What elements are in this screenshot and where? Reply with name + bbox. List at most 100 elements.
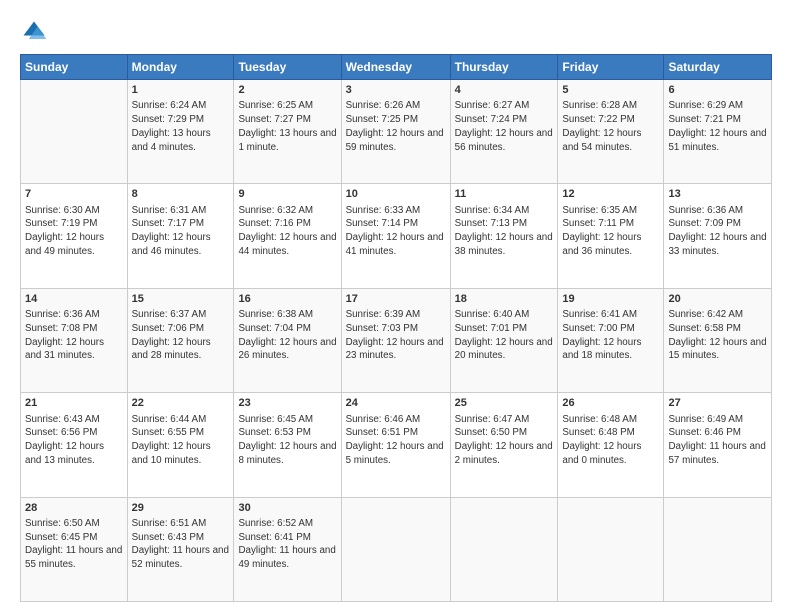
- day-header-saturday: Saturday: [664, 55, 772, 80]
- cell-info: Sunrise: 6:34 AMSunset: 7:13 PMDaylight:…: [455, 204, 554, 259]
- cell-info: Sunrise: 6:36 AMSunset: 7:09 PMDaylight:…: [668, 204, 767, 259]
- cell-date: 28: [25, 501, 123, 516]
- cell-date: 18: [455, 292, 554, 307]
- cell-info: Sunrise: 6:27 AMSunset: 7:24 PMDaylight:…: [455, 99, 554, 154]
- day-header-tuesday: Tuesday: [234, 55, 341, 80]
- cell-date: 19: [562, 292, 659, 307]
- cell-info: Sunrise: 6:38 AMSunset: 7:04 PMDaylight:…: [238, 308, 336, 363]
- calendar-cell: 9 Sunrise: 6:32 AMSunset: 7:16 PMDaylight…: [234, 184, 341, 288]
- cell-date: 20: [668, 292, 767, 307]
- cell-info: Sunrise: 6:44 AMSunset: 6:55 PMDaylight:…: [132, 413, 230, 468]
- cell-date: 11: [455, 187, 554, 202]
- cell-info: Sunrise: 6:25 AMSunset: 7:27 PMDaylight:…: [238, 99, 336, 154]
- cell-date: 4: [455, 83, 554, 98]
- calendar-cell: 23 Sunrise: 6:45 AMSunset: 6:53 PMDayligh…: [234, 393, 341, 497]
- cell-info: Sunrise: 6:52 AMSunset: 6:41 PMDaylight:…: [238, 517, 336, 572]
- cell-info: Sunrise: 6:29 AMSunset: 7:21 PMDaylight:…: [668, 99, 767, 154]
- calendar-cell: 29Sunrise: 6:51 AMSunset: 6:43 PMDayligh…: [127, 497, 234, 601]
- cell-info: Sunrise: 6:37 AMSunset: 7:06 PMDaylight:…: [132, 308, 230, 363]
- calendar-cell: 6Sunrise: 6:29 AMSunset: 7:21 PMDaylight…: [664, 80, 772, 184]
- cell-info: Sunrise: 6:30 AMSunset: 7:19 PMDaylight:…: [25, 204, 123, 259]
- calendar-cell: 4Sunrise: 6:27 AMSunset: 7:24 PMDaylight…: [450, 80, 558, 184]
- cell-info: Sunrise: 6:47 AMSunset: 6:50 PMDaylight:…: [455, 413, 554, 468]
- calendar-cell: 16Sunrise: 6:38 AMSunset: 7:04 PMDayligh…: [234, 288, 341, 392]
- cell-date: 21: [25, 396, 123, 411]
- cell-date: 9: [238, 187, 336, 202]
- day-header-friday: Friday: [558, 55, 664, 80]
- header: [20, 18, 772, 46]
- cell-date: 26: [562, 396, 659, 411]
- cell-date: 5: [562, 83, 659, 98]
- calendar-cell: 19Sunrise: 6:41 AMSunset: 7:00 PMDayligh…: [558, 288, 664, 392]
- calendar-cell: 27 Sunrise: 6:49 AMSunset: 6:46 PMDayligh…: [664, 393, 772, 497]
- calendar-cell: [341, 497, 450, 601]
- cell-date: 27: [668, 396, 767, 411]
- cell-date: 25: [455, 396, 554, 411]
- calendar-cell: 21 Sunrise: 6:43 AMSunset: 6:56 PMDayligh…: [21, 393, 128, 497]
- calendar-cell: [450, 497, 558, 601]
- cell-info: Sunrise: 6:35 AMSunset: 7:11 PMDaylight:…: [562, 204, 659, 259]
- calendar-cell: [21, 80, 128, 184]
- cell-date: 23: [238, 396, 336, 411]
- calendar-cell: 24 Sunrise: 6:46 AMSunset: 6:51 PMDayligh…: [341, 393, 450, 497]
- day-header-thursday: Thursday: [450, 55, 558, 80]
- cell-date: 29: [132, 501, 230, 516]
- logo-icon: [20, 18, 48, 46]
- logo: [20, 18, 52, 46]
- cell-date: 16: [238, 292, 336, 307]
- calendar-cell: 28Sunrise: 6:50 AMSunset: 6:45 PMDayligh…: [21, 497, 128, 601]
- cell-date: 13: [668, 187, 767, 202]
- cell-date: 7: [25, 187, 123, 202]
- day-header-sunday: Sunday: [21, 55, 128, 80]
- cell-info: Sunrise: 6:43 AMSunset: 6:56 PMDaylight:…: [25, 413, 123, 468]
- day-header-monday: Monday: [127, 55, 234, 80]
- calendar-cell: 30Sunrise: 6:52 AMSunset: 6:41 PMDayligh…: [234, 497, 341, 601]
- cell-date: 22: [132, 396, 230, 411]
- cell-info: Sunrise: 6:26 AMSunset: 7:25 PMDaylight:…: [346, 99, 446, 154]
- cell-date: 3: [346, 83, 446, 98]
- calendar-cell: [664, 497, 772, 601]
- cell-date: 15: [132, 292, 230, 307]
- calendar-week-3: 14Sunrise: 6:36 AMSunset: 7:08 PMDayligh…: [21, 288, 772, 392]
- cell-info: Sunrise: 6:46 AMSunset: 6:51 PMDaylight:…: [346, 413, 446, 468]
- calendar-week-2: 7 Sunrise: 6:30 AMSunset: 7:19 PMDaylight…: [21, 184, 772, 288]
- cell-info: Sunrise: 6:39 AMSunset: 7:03 PMDaylight:…: [346, 308, 446, 363]
- cell-info: Sunrise: 6:45 AMSunset: 6:53 PMDaylight:…: [238, 413, 336, 468]
- calendar-cell: 2Sunrise: 6:25 AMSunset: 7:27 PMDaylight…: [234, 80, 341, 184]
- calendar-cell: 17Sunrise: 6:39 AMSunset: 7:03 PMDayligh…: [341, 288, 450, 392]
- cell-date: 17: [346, 292, 446, 307]
- cell-info: Sunrise: 6:31 AMSunset: 7:17 PMDaylight:…: [132, 204, 230, 259]
- calendar-cell: 8 Sunrise: 6:31 AMSunset: 7:17 PMDaylight…: [127, 184, 234, 288]
- calendar-cell: 5Sunrise: 6:28 AMSunset: 7:22 PMDaylight…: [558, 80, 664, 184]
- cell-date: 14: [25, 292, 123, 307]
- cell-info: Sunrise: 6:51 AMSunset: 6:43 PMDaylight:…: [132, 517, 230, 572]
- cell-date: 30: [238, 501, 336, 516]
- cell-info: Sunrise: 6:50 AMSunset: 6:45 PMDaylight:…: [25, 517, 123, 572]
- cell-date: 12: [562, 187, 659, 202]
- calendar-cell: 11 Sunrise: 6:34 AMSunset: 7:13 PMDayligh…: [450, 184, 558, 288]
- calendar-cell: 20Sunrise: 6:42 AMSunset: 6:58 PMDayligh…: [664, 288, 772, 392]
- calendar-cell: 1Sunrise: 6:24 AMSunset: 7:29 PMDaylight…: [127, 80, 234, 184]
- calendar-cell: 7 Sunrise: 6:30 AMSunset: 7:19 PMDaylight…: [21, 184, 128, 288]
- cell-info: Sunrise: 6:49 AMSunset: 6:46 PMDaylight:…: [668, 413, 767, 468]
- cell-info: Sunrise: 6:24 AMSunset: 7:29 PMDaylight:…: [132, 99, 230, 154]
- calendar-week-1: 1Sunrise: 6:24 AMSunset: 7:29 PMDaylight…: [21, 80, 772, 184]
- cell-date: 2: [238, 83, 336, 98]
- calendar-table: SundayMondayTuesdayWednesdayThursdayFrid…: [20, 54, 772, 602]
- cell-date: 10: [346, 187, 446, 202]
- calendar-cell: 3Sunrise: 6:26 AMSunset: 7:25 PMDaylight…: [341, 80, 450, 184]
- page: SundayMondayTuesdayWednesdayThursdayFrid…: [0, 0, 792, 612]
- cell-info: Sunrise: 6:32 AMSunset: 7:16 PMDaylight:…: [238, 204, 336, 259]
- cell-date: 24: [346, 396, 446, 411]
- calendar-header-row: SundayMondayTuesdayWednesdayThursdayFrid…: [21, 55, 772, 80]
- calendar-cell: 26Sunrise: 6:48 AMSunset: 6:48 PMDayligh…: [558, 393, 664, 497]
- cell-info: Sunrise: 6:42 AMSunset: 6:58 PMDaylight:…: [668, 308, 767, 363]
- cell-date: 8: [132, 187, 230, 202]
- calendar-cell: [558, 497, 664, 601]
- calendar-week-4: 21 Sunrise: 6:43 AMSunset: 6:56 PMDayligh…: [21, 393, 772, 497]
- cell-date: 1: [132, 83, 230, 98]
- cell-info: Sunrise: 6:33 AMSunset: 7:14 PMDaylight:…: [346, 204, 446, 259]
- calendar-cell: 12 Sunrise: 6:35 AMSunset: 7:11 PMDayligh…: [558, 184, 664, 288]
- calendar-week-5: 28Sunrise: 6:50 AMSunset: 6:45 PMDayligh…: [21, 497, 772, 601]
- calendar-cell: 22 Sunrise: 6:44 AMSunset: 6:55 PMDayligh…: [127, 393, 234, 497]
